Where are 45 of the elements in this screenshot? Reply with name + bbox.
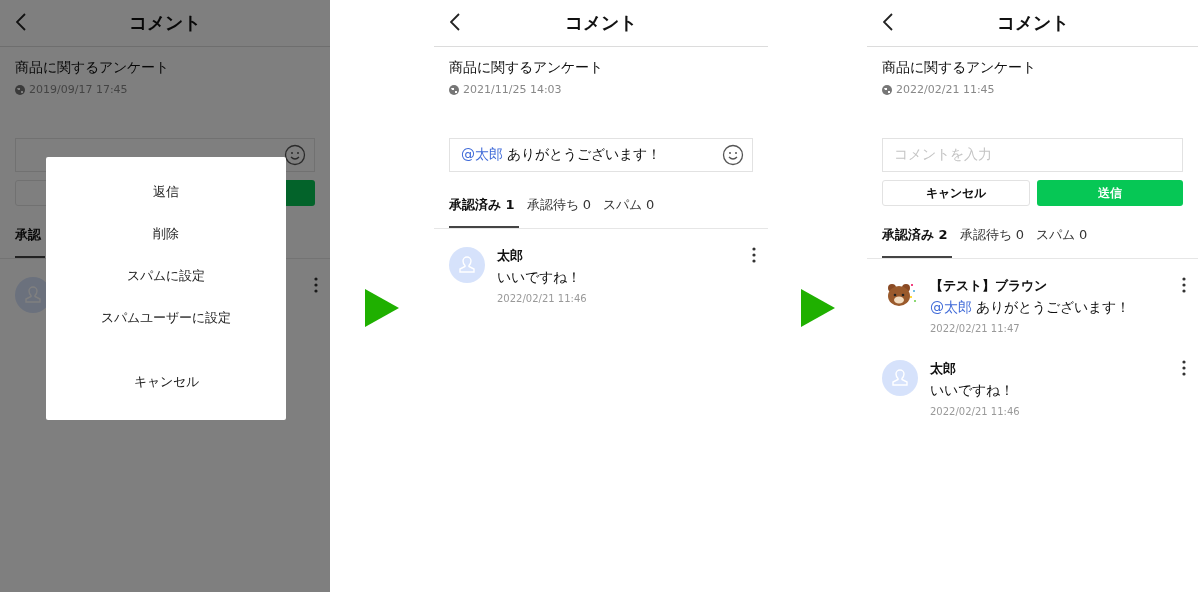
- comment-time: 2022/02/21 11:47: [930, 323, 1021, 334]
- globe-icon: [882, 84, 892, 95]
- globe-icon: [449, 84, 459, 95]
- post-date: 2021/11/25 14:03: [463, 83, 562, 96]
- comment-text: @太郎 ありがとうございます！: [930, 299, 1132, 317]
- cancel-button[interactable]: キャンセル: [133, 373, 199, 391]
- avatar-icon: [449, 247, 485, 283]
- back-icon[interactable]: [450, 13, 460, 31]
- commenter-name: 太郎: [930, 360, 957, 378]
- avatar-icon: [882, 360, 918, 396]
- filter-tab[interactable]: 承認待ち 0: [955, 218, 1028, 258]
- filter-tab[interactable]: スパム 0: [1032, 218, 1092, 258]
- comment-time: 2022/02/21 11:46: [930, 406, 1021, 417]
- filter-tab[interactable]: 承認待ち 0: [522, 188, 595, 228]
- screen-title: コメント: [128, 11, 202, 35]
- post-date: 2019/09/17 17:45: [29, 83, 128, 96]
- menu-item[interactable]: スパムユーザーに設定: [101, 309, 231, 327]
- comment-time: 2022/02/21 11:46: [497, 293, 588, 304]
- filter-tab[interactable]: 承認済み 2: [882, 218, 952, 258]
- filter-tab[interactable]: スパム 0: [599, 188, 659, 228]
- comment-text: いいですね！: [497, 269, 582, 287]
- filter-tab[interactable]: 承認済み 1: [449, 188, 519, 228]
- globe-icon: [15, 84, 25, 95]
- cancel-button[interactable]: キャンセル: [882, 180, 1030, 206]
- post-date: 2022/02/21 11:45: [896, 83, 995, 96]
- more-options-icon[interactable]: [1182, 360, 1186, 376]
- menu-item[interactable]: 削除: [153, 225, 179, 243]
- emoji-icon[interactable]: [284, 144, 306, 166]
- menu-item[interactable]: 返信: [153, 183, 179, 201]
- post-title: 商品に関するアンケート: [15, 59, 170, 77]
- commenter-name: 【テスト】ブラウン: [930, 277, 1048, 295]
- emoji-icon[interactable]: [722, 144, 744, 166]
- screen-title: コメント: [995, 11, 1070, 35]
- comment-input-field[interactable]: @太郎 ありがとうございます！: [449, 138, 753, 172]
- commenter-name: 太郎: [497, 247, 524, 265]
- more-options-icon[interactable]: [752, 247, 756, 263]
- back-icon[interactable]: [883, 13, 893, 31]
- screen-title: コメント: [564, 11, 638, 35]
- post-title: 商品に関するアンケート: [882, 59, 1037, 77]
- play-arrow-icon: [800, 289, 835, 327]
- comment-text: いいですね！: [930, 382, 1015, 400]
- menu-item[interactable]: スパムに設定: [127, 267, 205, 285]
- post-title: 商品に関するアンケート: [449, 59, 604, 77]
- play-arrow-icon: [365, 289, 399, 327]
- more-options-icon[interactable]: [1182, 277, 1186, 293]
